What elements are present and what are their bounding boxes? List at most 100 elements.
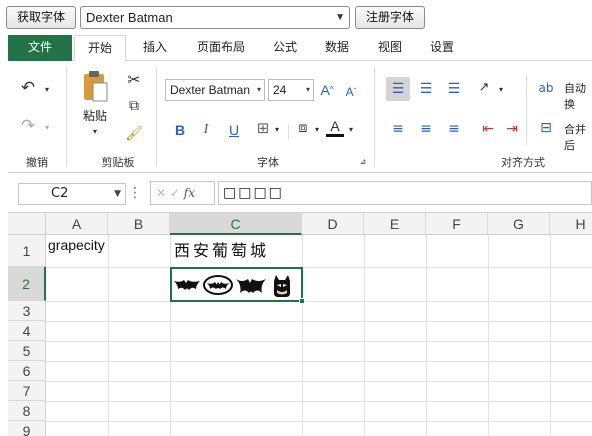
fill-dropdown-icon[interactable]: ▾ (312, 121, 322, 139)
formula-input[interactable]: □□□□ (218, 181, 592, 205)
cut-icon[interactable]: ✂ (124, 71, 144, 89)
merge-label[interactable]: 合并后 (564, 121, 592, 153)
fill-handle[interactable] (299, 298, 305, 304)
confirm-icon[interactable]: ✓ (170, 186, 180, 200)
group-divider (156, 67, 157, 167)
align-top-icon[interactable]: ☰ (386, 77, 410, 101)
merge-cells-icon[interactable]: ⊟ (538, 119, 554, 137)
group-divider (288, 125, 289, 139)
font-group-label: 字体 (257, 156, 279, 169)
row-header-6[interactable]: 6 (8, 361, 46, 381)
row-header-5[interactable]: 5 (8, 341, 46, 361)
gridline (170, 235, 171, 436)
font-select[interactable]: Dexter Batman ▼ (80, 6, 350, 29)
decrease-indent-icon[interactable]: ⇤ (478, 120, 498, 138)
decrease-font-icon[interactable]: Aˇ (342, 83, 360, 101)
gridline (46, 301, 592, 302)
cell-c1[interactable]: 西安葡萄城 (174, 237, 269, 261)
bold-button[interactable]: B (172, 121, 188, 139)
chevron-down-icon: ▾ (305, 85, 310, 94)
underline-button[interactable]: U (226, 121, 242, 139)
wrap-text-icon[interactable]: ab (538, 79, 554, 97)
ribbon-home: ↶ ▾ ↷ ▾ 撤销 粘贴 ▾ ✂ ⧉ 🖌 剪贴板 Dexter Batman … (8, 61, 592, 173)
orientation-dropdown-icon[interactable]: ▾ (496, 81, 506, 99)
tab-settings[interactable]: 设置 (420, 35, 464, 61)
undo-icon[interactable]: ↶ (18, 79, 38, 97)
tab-data[interactable]: 数据 (315, 35, 359, 61)
font-color-icon[interactable]: A (326, 119, 344, 137)
border-icon[interactable]: ⊞ (254, 119, 272, 137)
column-header-f[interactable]: F (426, 213, 488, 235)
row-header-4[interactable]: 4 (8, 321, 46, 341)
tab-page-layout[interactable]: 页面布局 (186, 35, 256, 61)
group-divider (526, 75, 527, 145)
tab-file[interactable]: 文件 (8, 35, 72, 61)
column-header-d[interactable]: D (302, 213, 364, 235)
align-middle-icon[interactable]: ☰ (416, 80, 436, 98)
clipboard-group-label: 剪贴板 (101, 156, 135, 169)
wrap-text-label[interactable]: 自动换 (564, 80, 592, 112)
row-header-2[interactable]: 2 (8, 267, 46, 301)
get-font-button[interactable]: 获取字体 (6, 6, 76, 29)
gridline (46, 361, 592, 362)
gridline (426, 235, 427, 436)
fx-icon[interactable]: fx (184, 186, 195, 200)
tab-insert[interactable]: 插入 (130, 35, 180, 61)
font-dialog-launcher-icon[interactable]: ⊿ (358, 153, 368, 171)
chevron-down-icon: ▼ (335, 12, 345, 23)
font-name-value: Dexter Batman (170, 83, 251, 97)
align-bottom-icon[interactable]: ☰ (444, 80, 464, 98)
gridline (364, 235, 365, 436)
row-header-8[interactable]: 8 (8, 401, 46, 421)
format-painter-icon[interactable]: 🖌 (124, 125, 144, 143)
paste-dropdown-icon[interactable]: ▾ (90, 123, 100, 141)
column-header-g[interactable]: G (488, 213, 550, 235)
row-header-9[interactable]: 9 (8, 421, 46, 436)
text-orientation-icon[interactable]: ↗ (474, 79, 494, 97)
font-name-combo[interactable]: Dexter Batman ▾ (165, 79, 265, 101)
ribbon-tabs: 文件 开始 插入 页面布局 公式 数据 视图 设置 (8, 35, 592, 62)
column-header-b[interactable]: B (108, 213, 170, 235)
copy-icon[interactable]: ⧉ (124, 97, 144, 115)
align-center-icon[interactable]: ≡ (416, 120, 436, 138)
font-size-combo[interactable]: 24 ▾ (268, 79, 314, 101)
undo-dropdown-icon[interactable]: ▾ (42, 81, 52, 99)
increase-font-icon[interactable]: A^ (318, 81, 336, 99)
font-color-dropdown-icon[interactable]: ▾ (346, 121, 356, 139)
column-header-c[interactable]: C (170, 213, 302, 235)
column-header-a[interactable]: A (46, 213, 108, 235)
redo-dropdown-icon[interactable]: ▾ (42, 119, 52, 137)
name-box[interactable]: C2 ▼ (18, 183, 126, 205)
fill-color-icon[interactable]: ⧈ (294, 119, 312, 137)
cell-ref: C2 (51, 186, 69, 201)
cell-a1[interactable]: grapecity (48, 237, 105, 253)
column-header-e[interactable]: E (364, 213, 426, 235)
gridline (46, 341, 592, 342)
font-size-value: 24 (273, 83, 287, 97)
redo-icon[interactable]: ↷ (18, 117, 38, 135)
tab-view[interactable]: 视图 (368, 35, 412, 61)
more-icon[interactable]: ⋮ (128, 184, 142, 202)
row-header-3[interactable]: 3 (8, 301, 46, 321)
select-all-corner[interactable] (8, 213, 46, 235)
italic-button[interactable]: I (198, 121, 214, 139)
tab-formulas[interactable]: 公式 (263, 35, 307, 61)
gridline (46, 381, 592, 382)
align-left-icon[interactable]: ≡ (388, 120, 408, 138)
column-header-h[interactable]: H (550, 213, 592, 235)
paste-label[interactable]: 粘贴 (80, 107, 110, 124)
border-dropdown-icon[interactable]: ▾ (272, 121, 282, 139)
cancel-icon[interactable]: ✕ (156, 186, 166, 200)
gridline (46, 401, 592, 402)
align-right-icon[interactable]: ≡ (444, 120, 464, 138)
row-header-7[interactable]: 7 (8, 381, 46, 401)
row-header-1[interactable]: 1 (8, 235, 46, 267)
tab-home[interactable]: 开始 (74, 35, 126, 62)
formula-actions: ✕ ✓ fx (150, 181, 215, 205)
register-font-button[interactable]: 注册字体 (355, 6, 425, 29)
paste-icon[interactable] (80, 69, 110, 103)
gridline (46, 421, 592, 422)
increase-indent-icon[interactable]: ⇥ (502, 120, 522, 138)
gridline (46, 321, 592, 322)
gridline (302, 235, 303, 436)
